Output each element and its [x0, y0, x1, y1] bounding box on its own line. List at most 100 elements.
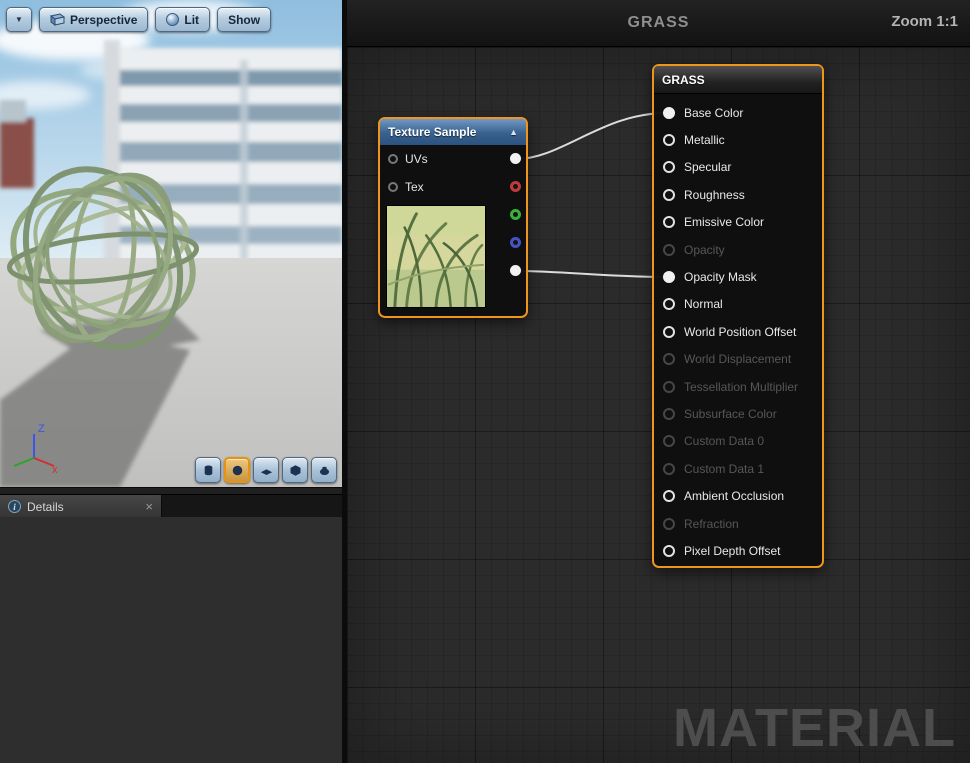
details-panel-body [0, 517, 342, 763]
material-pin-label: Opacity [684, 242, 725, 257]
material-pin-row: Normal [654, 291, 822, 318]
material-input-pin[interactable] [663, 407, 675, 420]
material-input-pin[interactable] [663, 271, 675, 284]
material-pin-row: World Displacement [654, 346, 822, 373]
material-pin-row: Specular [654, 154, 822, 181]
material-pin-row: Opacity Mask [654, 263, 822, 290]
perspective-button[interactable]: Perspective [39, 7, 149, 32]
preview-shape-cube-button[interactable] [282, 457, 308, 483]
material-pin-label: World Displacement [684, 352, 792, 367]
material-input-pin[interactable] [663, 435, 675, 448]
texture-input-label: Tex [405, 180, 424, 194]
material-input-pin[interactable] [663, 325, 675, 338]
texture-sample-node-header[interactable]: Texture Sample ▲ [380, 119, 526, 145]
material-pin-label: Tessellation Multiplier [684, 379, 799, 394]
texture-output-pin-r[interactable] [510, 181, 521, 192]
viewport-scene [0, 0, 342, 487]
graph-title: GRASS [627, 14, 690, 31]
dropdown-arrow-icon: ▼ [15, 15, 23, 24]
material-input-pin[interactable] [663, 106, 675, 119]
close-icon[interactable]: × [145, 500, 153, 513]
texture-input-label: UVs [405, 152, 428, 166]
material-pin-row: Metallic [654, 126, 822, 153]
material-input-pin[interactable] [663, 490, 675, 503]
graph-canvas[interactable]: MATERIAL Texture Sample ▲ UVs Tex GRASS … [347, 47, 970, 763]
texture-input-row: Tex [380, 173, 526, 201]
texture-input-pin[interactable] [388, 154, 398, 164]
material-input-pin[interactable] [663, 188, 675, 201]
material-pin-label: Ambient Occlusion [684, 489, 785, 504]
material-pin-list: Base Color Metallic Specular Roughness E… [654, 94, 822, 565]
texture-input-list: UVs Tex [380, 145, 526, 201]
axis-x-label: x [52, 464, 58, 474]
cylinder-icon [204, 465, 212, 475]
material-pin-row: Roughness [654, 181, 822, 208]
axis-gizmo: Z x [13, 423, 58, 474]
texture-input-pin[interactable] [388, 182, 398, 192]
details-tab-label: Details [27, 499, 64, 514]
material-pin-row: Ambient Occlusion [654, 482, 822, 509]
material-pin-row: Custom Data 0 [654, 428, 822, 455]
material-input-pin[interactable] [663, 380, 675, 393]
axis-z-label: Z [38, 423, 45, 435]
texture-output-pin-rgb[interactable] [510, 153, 521, 164]
material-node-title: GRASS [662, 72, 705, 87]
material-pin-row: Base Color [654, 99, 822, 126]
collapse-arrow-icon[interactable]: ▲ [509, 127, 518, 137]
wire-rgb-to-basecolor[interactable] [515, 112, 668, 160]
material-result-node[interactable]: GRASS Base Color Metallic Specular Rough… [652, 64, 824, 568]
material-pin-label: Base Color [684, 105, 744, 120]
sphere-icon [232, 465, 242, 475]
texture-sample-node-body: UVs Tex [380, 145, 526, 316]
viewport-toolbar: ▼ Perspective Lit Show [6, 7, 272, 32]
show-button[interactable]: Show [217, 7, 272, 32]
preview-shape-mesh-button[interactable] [311, 457, 337, 483]
texture-output-pin-b[interactable] [510, 237, 521, 248]
material-watermark: MATERIAL [673, 698, 956, 758]
material-input-pin[interactable] [663, 134, 675, 147]
material-pin-row: Tessellation Multiplier [654, 373, 822, 400]
lit-label: Lit [184, 12, 200, 27]
material-input-pin[interactable] [663, 544, 675, 557]
material-input-pin[interactable] [663, 216, 675, 229]
texture-preview-thumbnail[interactable] [386, 205, 486, 308]
graph-header: GRASS Zoom 1:1 [347, 0, 970, 47]
grass-texture-image [387, 206, 485, 307]
preview-shape-buttons [195, 457, 337, 483]
texture-output-pin-g[interactable] [510, 209, 521, 220]
cube-icon [290, 464, 300, 476]
material-pin-row: World Position Offset [654, 318, 822, 345]
tab-details[interactable]: i Details × [0, 495, 162, 518]
material-pin-row: Pixel Depth Offset [654, 537, 822, 564]
material-input-pin[interactable] [663, 517, 675, 530]
preview-shape-sphere-button[interactable] [224, 457, 250, 483]
viewport-options-dropdown[interactable]: ▼ [6, 7, 32, 32]
preview-shape-cylinder-button[interactable] [195, 457, 221, 483]
material-pin-row: Refraction [654, 510, 822, 537]
texture-output-pin-a[interactable] [510, 265, 521, 276]
material-input-pin[interactable] [663, 161, 675, 174]
texture-sample-node[interactable]: Texture Sample ▲ UVs Tex [378, 117, 528, 318]
perspective-label: Perspective [70, 12, 138, 27]
texture-output-list [510, 153, 521, 276]
material-graph-panel: GRASS Zoom 1:1 MATERIAL Texture Sample ▲ [347, 0, 970, 763]
preview-viewport[interactable]: ▼ Perspective Lit Show Z x [0, 0, 343, 488]
material-node-header[interactable]: GRASS [654, 66, 822, 94]
material-editor-window: ▼ Perspective Lit Show Z x i Details × G… [0, 0, 970, 763]
material-pin-row: Subsurface Color [654, 400, 822, 427]
material-input-pin[interactable] [663, 243, 675, 256]
material-input-pin[interactable] [663, 462, 675, 475]
material-pin-label: Subsurface Color [684, 406, 777, 421]
material-pin-label: Pixel Depth Offset [684, 543, 781, 558]
lit-button[interactable]: Lit [155, 7, 211, 32]
material-pin-label: Specular [684, 160, 732, 175]
texture-input-row: UVs [380, 145, 526, 173]
material-input-pin[interactable] [663, 353, 675, 366]
perspective-icon [50, 13, 65, 26]
wire-alpha-to-opacitymask[interactable] [515, 270, 668, 278]
preview-shape-plane-button[interactable] [253, 457, 279, 483]
material-input-pin[interactable] [663, 298, 675, 311]
preview-mesh-icon [319, 466, 329, 475]
zoom-level-indicator: Zoom 1:1 [891, 13, 958, 30]
material-pin-row: Opacity [654, 236, 822, 263]
